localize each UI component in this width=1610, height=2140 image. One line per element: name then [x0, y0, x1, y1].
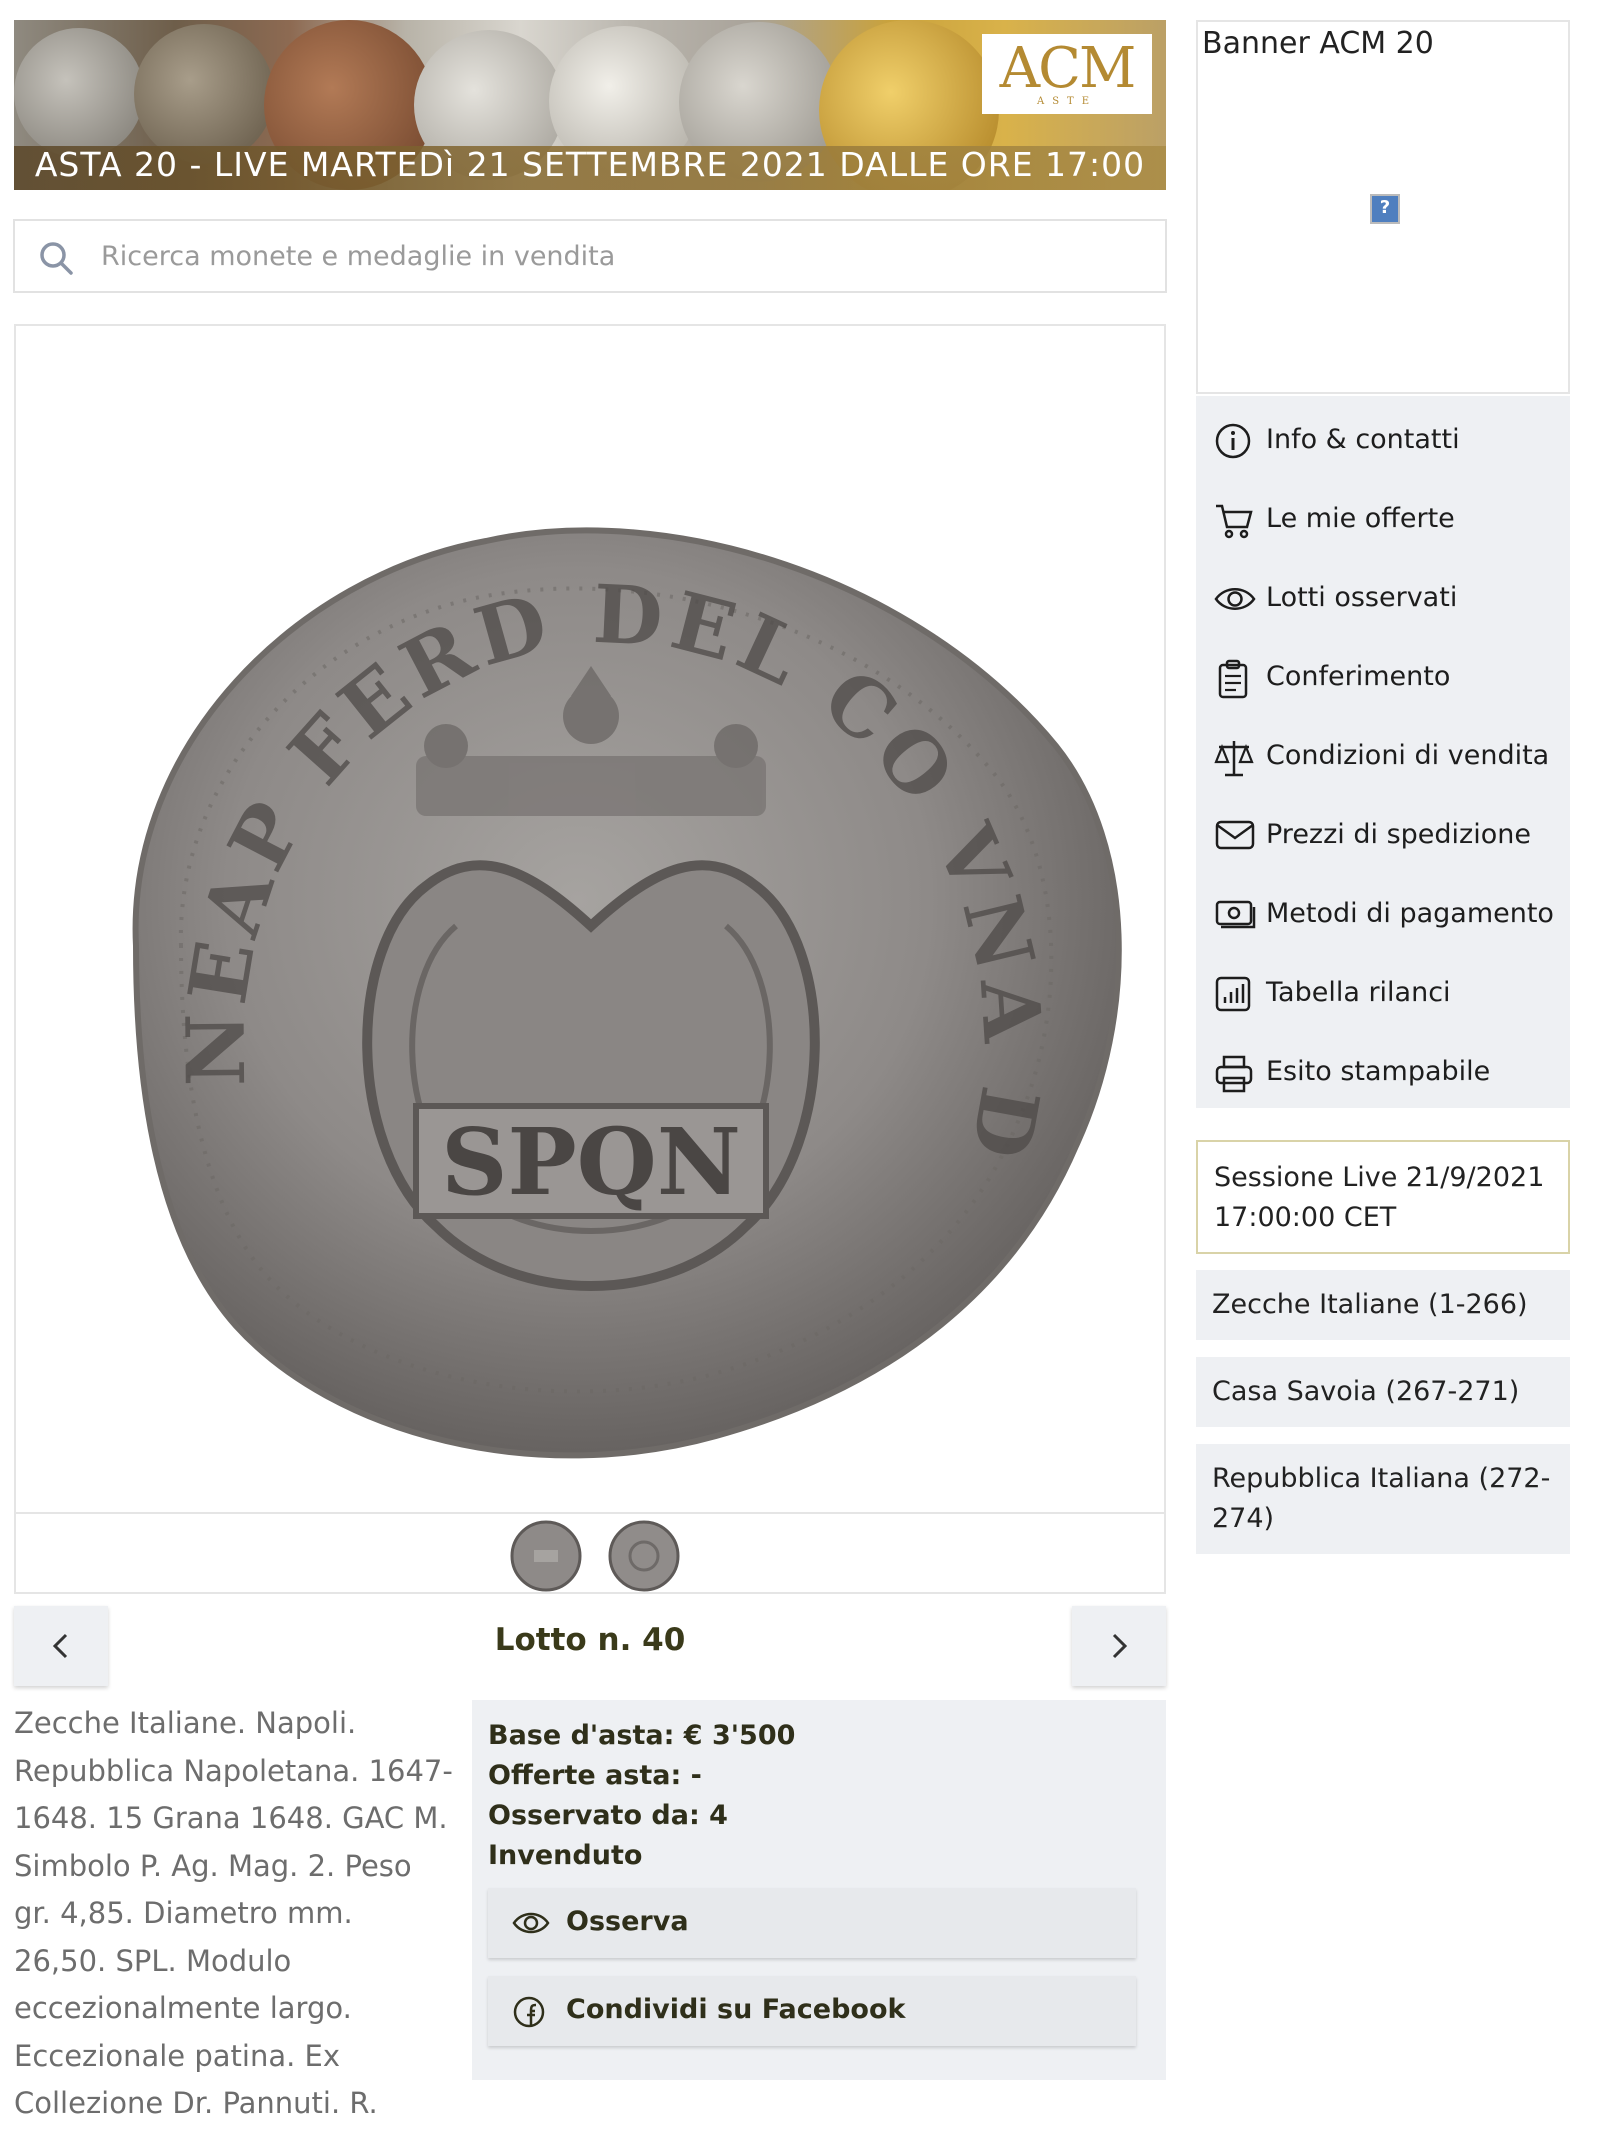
sidebar-item-label: Conferimento: [1266, 661, 1451, 692]
sidebar-item-label: Metodi di pagamento: [1266, 898, 1554, 929]
facebook-icon: [513, 1996, 545, 2028]
viewer-divider: [16, 1512, 1164, 1514]
broken-image-icon: ?: [1370, 194, 1400, 224]
clipboard-icon: [1218, 659, 1248, 699]
banner-coin-2: [134, 24, 274, 164]
sidebar-item-label: Tabella rilanci: [1266, 977, 1451, 1008]
sidebar-item-esito-stampabile[interactable]: Esito stampabile: [1196, 1038, 1570, 1108]
search-input[interactable]: [101, 231, 1141, 281]
auction-banner[interactable]: ASTA 20 - LIVE MARTEDì 21 SETTEMBRE 2021…: [14, 20, 1166, 190]
category-label: Casa Savoia (267-271): [1212, 1376, 1520, 1407]
base-price: Base d'asta: € 3'500: [488, 1720, 796, 1751]
sidebar-item-label: Condizioni di vendita: [1266, 740, 1550, 771]
previous-lot-button[interactable]: [14, 1606, 108, 1686]
sidebar-item-label: Lotti osservati: [1266, 582, 1458, 613]
logo-text: ACM: [999, 36, 1137, 101]
coin-shield: SPQN: [362, 860, 820, 1291]
lot-image-viewer: NEAP FERD DEL CO VNA DVX REIP SPQN: [14, 324, 1166, 1594]
info-icon: [1215, 423, 1251, 459]
live-session-text: Sessione Live 21/9/2021 17:00:00 CET: [1214, 1162, 1545, 1233]
sidebar-item-label: Prezzi di spedizione: [1266, 819, 1531, 850]
sidebar-item-label: Esito stampabile: [1266, 1056, 1491, 1087]
sidebar-item-label: Le mie offerte: [1266, 503, 1455, 534]
coin-image[interactable]: NEAP FERD DEL CO VNA DVX REIP SPQN: [16, 326, 1164, 1512]
share-facebook-button[interactable]: Condividi su Facebook: [488, 1976, 1136, 2046]
next-lot-button[interactable]: [1072, 1606, 1166, 1686]
sidebar-item-prezzi-di-spedizione[interactable]: Prezzi di spedizione: [1196, 801, 1570, 871]
chevron-left-icon: [52, 1633, 68, 1659]
envelope-icon: [1215, 820, 1255, 850]
scale-icon: [1214, 741, 1254, 777]
logo-subtext: ASTE: [1036, 96, 1098, 107]
category-casa-savoia[interactable]: Casa Savoia (267-271): [1196, 1357, 1570, 1427]
watch-button[interactable]: Osserva: [488, 1888, 1136, 1958]
eye-icon: [1214, 588, 1256, 610]
chevron-right-icon: [1112, 1633, 1128, 1659]
chart-icon: [1215, 976, 1251, 1012]
acm-logo[interactable]: ACM ASTE: [982, 34, 1152, 114]
watched-count: Osservato da: 4: [488, 1800, 728, 1831]
search-icon: [40, 242, 73, 275]
ad-banner-text: Banner ACM 20: [1202, 26, 1434, 61]
printer-icon: [1215, 1055, 1253, 1093]
sidebar-item-condizioni-di-vendita[interactable]: Condizioni di vendita: [1196, 722, 1570, 792]
live-session-box: Sessione Live 21/9/2021 17:00:00 CET: [1196, 1140, 1570, 1254]
category-repubblica-italiana[interactable]: Repubblica Italiana (272-274): [1196, 1444, 1570, 1554]
sidebar-item-tabella-rilanci[interactable]: Tabella rilanci: [1196, 959, 1570, 1029]
category-zecche-italiane[interactable]: Zecche Italiane (1-266): [1196, 1270, 1570, 1340]
sidebar-menu: Info & contatti Le mie offerte Lotti oss…: [1196, 396, 1570, 1108]
eye-icon: [512, 1912, 550, 1934]
money-icon: [1215, 900, 1256, 929]
sidebar-item-lotti-osservati[interactable]: Lotti osservati: [1196, 564, 1570, 634]
sidebar-item-metodi-di-pagamento[interactable]: Metodi di pagamento: [1196, 880, 1570, 950]
bid-panel: Base d'asta: € 3'500 Offerte asta: - Oss…: [472, 1700, 1166, 2080]
lot-status: Invenduto: [488, 1840, 643, 1871]
sidebar-item-info-contatti[interactable]: Info & contatti: [1196, 406, 1570, 476]
lot-description: Zecche Italiane. Napoli. Repubblica Napo…: [14, 1706, 453, 2120]
share-label: Condividi su Facebook: [566, 1994, 906, 2025]
thumbnail-obverse[interactable]: [508, 1518, 584, 1594]
watch-label: Osserva: [566, 1906, 689, 1937]
coin-center-text: SPQN: [441, 1108, 741, 1216]
search-bar: [13, 219, 1167, 293]
offers-count: Offerte asta: -: [488, 1760, 702, 1791]
sidebar-item-le-mie-offerte[interactable]: Le mie offerte: [1196, 485, 1570, 555]
cart-icon: [1216, 504, 1253, 539]
ad-banner[interactable]: Banner ACM 20 ?: [1196, 20, 1570, 394]
sidebar-item-label: Info & contatti: [1266, 424, 1460, 455]
category-label: Repubblica Italiana (272-274): [1212, 1463, 1551, 1534]
lot-title: Lotto n. 40: [494, 1622, 686, 1658]
sidebar-item-conferimento[interactable]: Conferimento: [1196, 643, 1570, 713]
banner-coin-1: [14, 28, 144, 158]
thumbnail-reverse[interactable]: [606, 1518, 682, 1594]
banner-text: ASTA 20 - LIVE MARTEDì 21 SETTEMBRE 2021…: [34, 145, 1146, 184]
bid-info: Base d'asta: € 3'500 Offerte asta: - Oss…: [488, 1716, 795, 1876]
category-label: Zecche Italiane (1-266): [1212, 1289, 1528, 1320]
